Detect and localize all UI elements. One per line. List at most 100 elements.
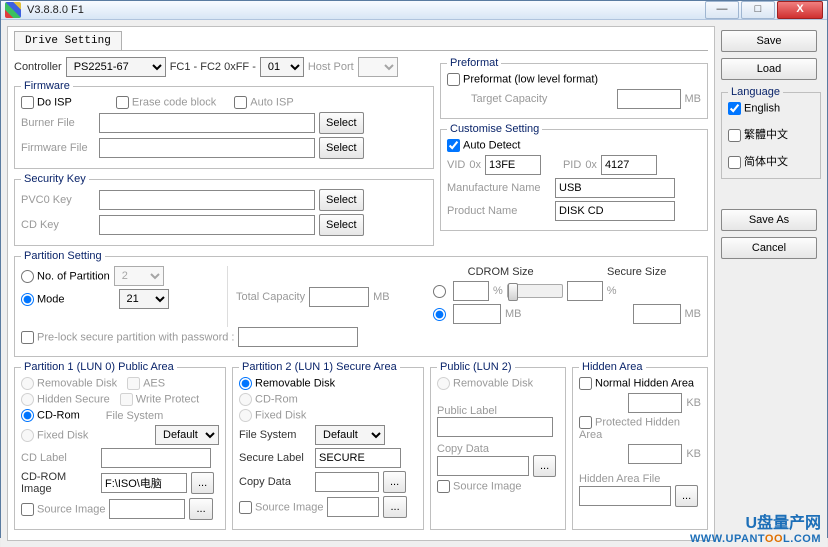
maximize-button[interactable]: □ <box>741 1 775 19</box>
p1-wp-check[interactable]: Write Protect <box>120 393 199 406</box>
p1-cdlabel-label: CD Label <box>21 452 97 464</box>
sidebar: Save Load Language English 繁體中文 简体中文 Sav… <box>721 26 821 541</box>
preformat-legend: Preformat <box>447 57 501 69</box>
p2-seclabel-input[interactable] <box>315 448 401 468</box>
public-lun2-group: Public (LUN 2) Removable Disk Public Lab… <box>430 361 566 530</box>
do-isp-check[interactable]: Do ISP <box>21 96 72 109</box>
cancel-button[interactable]: Cancel <box>721 237 817 259</box>
prelock-password-input[interactable] <box>238 327 358 347</box>
normal-hidden-kb-input[interactable] <box>628 393 682 413</box>
mb-label: MB <box>685 93 702 105</box>
normal-hidden-check[interactable]: Normal Hidden Area <box>579 377 694 390</box>
save-button[interactable]: Save <box>721 30 817 52</box>
p2-seclabel-label: Secure Label <box>239 452 311 464</box>
p1-cdlabel-input[interactable] <box>101 448 211 468</box>
hidden-file-browse-button[interactable]: ... <box>675 485 698 507</box>
p1-removable-radio[interactable]: Removable Disk <box>21 377 117 390</box>
product-input[interactable] <box>555 201 675 221</box>
p1-src-input[interactable] <box>109 499 185 519</box>
close-button[interactable]: X <box>777 1 823 19</box>
p2-copy-input[interactable] <box>315 472 379 492</box>
size-pct-radio[interactable] <box>433 285 446 298</box>
p1-fs-select[interactable]: Default <box>155 425 219 445</box>
pid-input[interactable] <box>601 155 657 175</box>
pub-copy-input[interactable] <box>437 456 529 476</box>
partition-setting-legend: Partition Setting <box>21 250 105 262</box>
size-slider[interactable] <box>507 284 563 298</box>
vid-input[interactable] <box>485 155 541 175</box>
cdrom-mb-input[interactable] <box>453 304 501 324</box>
p1-src-browse-button[interactable]: ... <box>189 498 212 520</box>
p2-removable-radio[interactable]: Removable Disk <box>239 377 335 390</box>
lang-zhs-check[interactable]: 简体中文 <box>728 153 788 169</box>
erase-code-check[interactable]: Erase code block <box>116 96 216 109</box>
p1-src-check[interactable]: Source Image <box>21 503 105 516</box>
p2-fs-select[interactable]: Default <box>315 425 385 445</box>
hidden-file-input[interactable] <box>579 486 671 506</box>
public-label-input[interactable] <box>437 417 553 437</box>
protected-hidden-kb-input[interactable] <box>628 444 682 464</box>
p2-cdrom-radio[interactable]: CD-Rom <box>239 393 298 406</box>
mfg-input[interactable] <box>555 178 675 198</box>
security-key-legend: Security Key <box>21 173 89 185</box>
product-label: Product Name <box>447 205 551 217</box>
hidden-area-group: Hidden Area Normal Hidden Area KB Protec… <box>572 361 708 530</box>
firmware-group: Firmware Do ISP Erase code block Auto IS… <box>14 80 434 169</box>
public-label-label: Public Label <box>437 405 559 417</box>
auto-isp-check[interactable]: Auto ISP <box>234 96 293 109</box>
prelock-check[interactable]: Pre-lock secure partition with password … <box>21 331 234 344</box>
preformat-group: Preformat Preformat (low level format) T… <box>440 57 708 119</box>
size-mb-radio[interactable] <box>433 308 446 321</box>
minimize-button[interactable]: — <box>705 1 739 19</box>
preformat-check[interactable]: Preformat (low level format) <box>447 73 598 86</box>
hostport-label: Host Port <box>308 61 354 73</box>
burner-file-label: Burner File <box>21 117 95 129</box>
save-as-button[interactable]: Save As <box>721 209 817 231</box>
cdkey-input[interactable] <box>99 215 315 235</box>
mode-radio[interactable]: Mode <box>21 293 65 306</box>
secure-mb-input[interactable] <box>633 304 681 324</box>
pub-removable-radio[interactable]: Removable Disk <box>437 377 533 390</box>
p2-src-check[interactable]: Source Image <box>239 501 323 514</box>
pub-src-check[interactable]: Source Image <box>437 480 521 493</box>
lang-english-check[interactable]: English <box>728 102 780 115</box>
p1-cdimg-browse-button[interactable]: ... <box>191 472 214 494</box>
p1-fixed-radio[interactable]: Fixed Disk <box>21 429 88 442</box>
p1-hidden-radio[interactable]: Hidden Secure <box>21 393 110 406</box>
tab-drive-setting[interactable]: Drive Setting <box>14 31 122 50</box>
p1-aes-check[interactable]: AES <box>127 377 165 390</box>
p1-cdimg-input[interactable] <box>101 473 187 493</box>
pvc0-select-button[interactable]: Select <box>319 189 364 211</box>
mode-select[interactable]: 21 <box>119 289 169 309</box>
burner-file-input[interactable] <box>99 113 315 133</box>
vid-label: VID <box>447 159 465 171</box>
auto-detect-check[interactable]: Auto Detect <box>447 139 520 152</box>
target-capacity-input[interactable] <box>617 89 681 109</box>
cdkey-select-button[interactable]: Select <box>319 214 364 236</box>
total-capacity-input[interactable] <box>309 287 369 307</box>
pub-copy-browse-button[interactable]: ... <box>533 455 556 477</box>
p1-cdrom-radio[interactable]: CD-Rom <box>21 409 80 422</box>
fc-value-select[interactable]: 01 <box>260 57 304 77</box>
mfg-label: Manufacture Name <box>447 182 551 194</box>
controller-select[interactable]: PS2251-67 <box>66 57 166 77</box>
p2-copy-browse-button[interactable]: ... <box>383 471 406 493</box>
load-button[interactable]: Load <box>721 58 817 80</box>
cdrom-pct-input[interactable] <box>453 281 489 301</box>
secure-pct-input[interactable] <box>567 281 603 301</box>
p2-src-input[interactable] <box>327 497 379 517</box>
pvc0-input[interactable] <box>99 190 315 210</box>
firmware-select-button[interactable]: Select <box>319 137 364 159</box>
partition2-group: Partition 2 (LUN 1) Secure Area Removabl… <box>232 361 424 530</box>
burner-select-button[interactable]: Select <box>319 112 364 134</box>
p2-src-browse-button[interactable]: ... <box>383 496 406 518</box>
protected-hidden-check[interactable]: Protected Hidden Area <box>579 416 701 441</box>
lang-zht-check[interactable]: 繁體中文 <box>728 126 788 142</box>
controller-label: Controller <box>14 61 62 73</box>
firmware-file-input[interactable] <box>99 138 315 158</box>
p2-fixed-radio[interactable]: Fixed Disk <box>239 409 306 422</box>
cdrom-size-label: CDROM Size <box>468 266 534 278</box>
public-lun2-legend: Public (LUN 2) <box>437 361 515 373</box>
no-of-partition-radio[interactable]: No. of Partition <box>21 270 110 283</box>
p2-copy-label: Copy Data <box>239 476 311 488</box>
